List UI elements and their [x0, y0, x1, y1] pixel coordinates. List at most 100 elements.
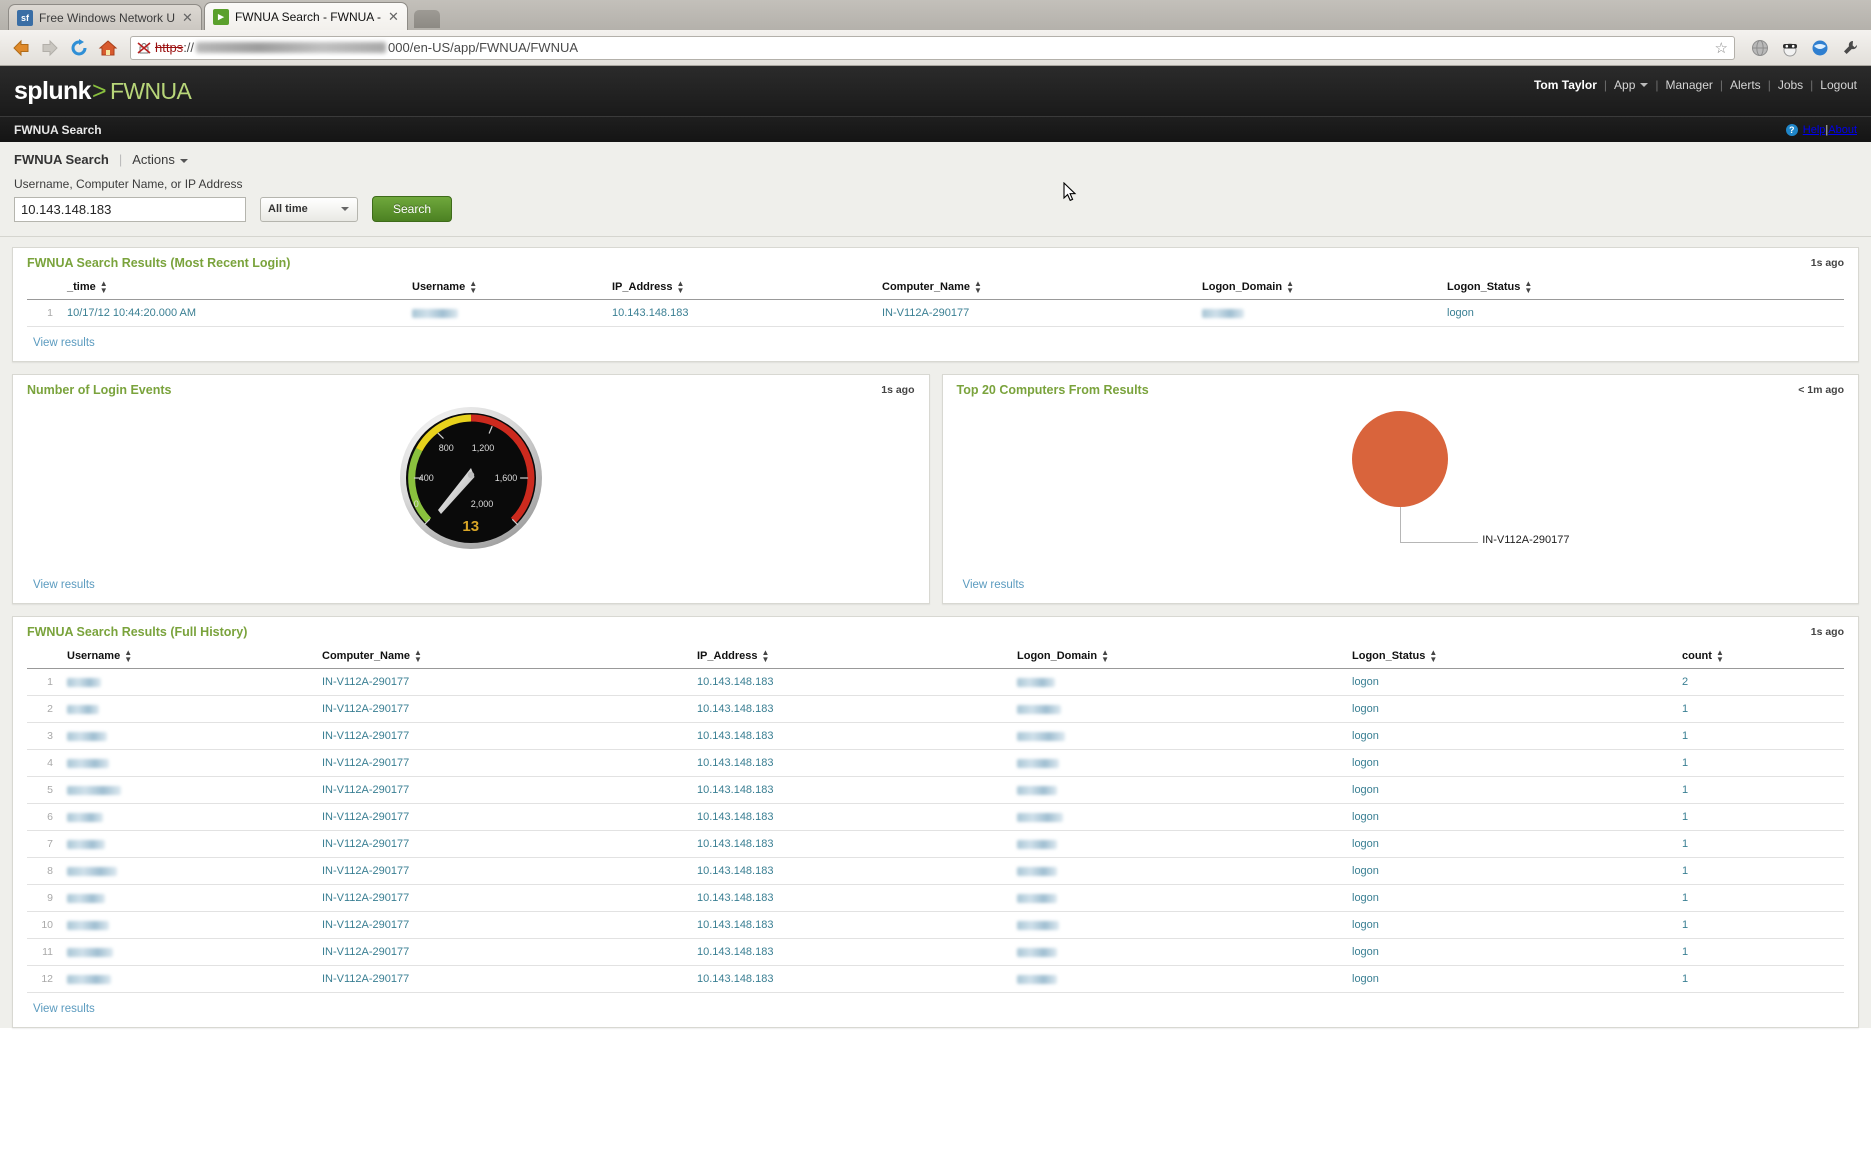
sort-icon[interactable]: ▲▼ [1286, 280, 1294, 294]
url-bar[interactable]: https://000/en-US/app/FWNUA/FWNUA ☆ [130, 36, 1735, 60]
cell-computer[interactable]: IN-V112A-290177 [318, 777, 693, 804]
cell-computer[interactable]: IN-V112A-290177 [318, 858, 693, 885]
view-results-link[interactable]: View results [33, 1003, 95, 1015]
cell-domain[interactable] [1013, 831, 1348, 858]
bookmark-star-icon[interactable]: ☆ [1715, 39, 1728, 57]
cell-status[interactable]: logon [1348, 723, 1678, 750]
nav-logout[interactable]: Logout [1820, 78, 1857, 92]
table-row[interactable]: 1IN-V112A-29017710.143.148.183logon2 [27, 669, 1844, 696]
new-tab-button[interactable] [414, 10, 440, 28]
cell-count[interactable]: 1 [1678, 696, 1844, 723]
cell-computer[interactable]: IN-V112A-290177 [318, 723, 693, 750]
cell-status[interactable]: logon [1348, 966, 1678, 993]
view-results-link[interactable]: View results [33, 337, 95, 349]
cell-ip[interactable]: 10.143.148.183 [693, 669, 1013, 696]
sort-icon[interactable]: ▲▼ [1716, 649, 1724, 663]
cell-ip[interactable]: 10.143.148.183 [693, 912, 1013, 939]
table-row[interactable]: 1 10/17/12 10:44:20.000 AM 10.143.148.18… [27, 300, 1844, 327]
sort-icon[interactable]: ▲▼ [469, 280, 477, 294]
cell-count[interactable]: 1 [1678, 777, 1844, 804]
column-header-ip[interactable]: IP_Address▲▼ [608, 274, 878, 300]
sort-icon[interactable]: ▲▼ [762, 649, 770, 663]
reload-icon[interactable] [66, 35, 92, 61]
cell-domain[interactable] [1013, 885, 1348, 912]
view-results-link[interactable]: View results [33, 579, 95, 591]
cell-username[interactable] [63, 750, 318, 777]
table-row[interactable]: 8IN-V112A-29017710.143.148.183logon1 [27, 858, 1844, 885]
cell-domain[interactable] [1198, 300, 1443, 327]
cell-status[interactable]: logon [1348, 804, 1678, 831]
cell-status[interactable]: logon [1348, 696, 1678, 723]
help-link[interactable]: Help [1803, 124, 1826, 136]
nav-app[interactable]: App [1614, 78, 1635, 92]
table-row[interactable]: 12IN-V112A-29017710.143.148.183logon1 [27, 966, 1844, 993]
sort-icon[interactable]: ▲▼ [100, 280, 108, 294]
cell-count[interactable]: 1 [1678, 939, 1844, 966]
sort-icon[interactable]: ▲▼ [1101, 649, 1109, 663]
cell-status[interactable]: logon [1348, 669, 1678, 696]
sort-icon[interactable]: ▲▼ [677, 280, 685, 294]
cell-username[interactable] [63, 885, 318, 912]
wrench-icon[interactable] [1837, 36, 1863, 60]
cell-computer[interactable]: IN-V112A-290177 [318, 939, 693, 966]
cell-domain[interactable] [1013, 804, 1348, 831]
cell-username[interactable] [63, 723, 318, 750]
cell-domain[interactable] [1013, 723, 1348, 750]
splunk-logo[interactable]: splunk>FWNUA [14, 77, 191, 106]
search-button[interactable]: Search [372, 196, 452, 222]
cell-count[interactable]: 1 [1678, 750, 1844, 777]
cell-username[interactable] [408, 300, 608, 327]
cell-count[interactable]: 1 [1678, 723, 1844, 750]
cell-status[interactable]: logon [1348, 885, 1678, 912]
column-header-status[interactable]: Logon_Status▲▼ [1348, 643, 1678, 669]
browser-tab-active[interactable]: ▸ FWNUA Search - FWNUA - ✕ [204, 2, 408, 30]
search-input[interactable] [14, 197, 246, 222]
cell-status[interactable]: logon [1348, 750, 1678, 777]
cell-computer[interactable]: IN-V112A-290177 [318, 804, 693, 831]
cell-ip[interactable]: 10.143.148.183 [608, 300, 878, 327]
about-link[interactable]: About [1828, 124, 1857, 136]
sort-icon[interactable]: ▲▼ [974, 280, 982, 294]
cell-computer[interactable]: IN-V112A-290177 [318, 669, 693, 696]
column-header-computer[interactable]: Computer_Name▲▼ [318, 643, 693, 669]
cell-status[interactable]: logon [1443, 300, 1844, 327]
view-results-link[interactable]: View results [963, 579, 1025, 591]
cell-status[interactable]: logon [1348, 939, 1678, 966]
close-icon[interactable]: ✕ [388, 10, 399, 23]
cell-count[interactable]: 1 [1678, 966, 1844, 993]
cell-username[interactable] [63, 669, 318, 696]
chevron-down-icon[interactable] [1640, 83, 1648, 87]
cell-status[interactable]: logon [1348, 777, 1678, 804]
cell-username[interactable] [63, 804, 318, 831]
pie-slice-in-v112a-290177[interactable] [1352, 411, 1448, 507]
cell-count[interactable]: 1 [1678, 858, 1844, 885]
column-header-ip[interactable]: IP_Address▲▼ [693, 643, 1013, 669]
table-row[interactable]: 2IN-V112A-29017710.143.148.183logon1 [27, 696, 1844, 723]
table-row[interactable]: 3IN-V112A-29017710.143.148.183logon1 [27, 723, 1844, 750]
cell-domain[interactable] [1013, 858, 1348, 885]
cell-username[interactable] [63, 831, 318, 858]
cell-username[interactable] [63, 777, 318, 804]
back-arrow-icon[interactable] [8, 35, 34, 61]
cell-count[interactable]: 1 [1678, 831, 1844, 858]
cell-ip[interactable]: 10.143.148.183 [693, 831, 1013, 858]
nav-manager[interactable]: Manager [1666, 78, 1713, 92]
table-row[interactable]: 7IN-V112A-29017710.143.148.183logon1 [27, 831, 1844, 858]
cell-username[interactable] [63, 912, 318, 939]
column-header-count[interactable]: count▲▼ [1678, 643, 1844, 669]
column-header-username[interactable]: Username▲▼ [408, 274, 608, 300]
table-row[interactable]: 4IN-V112A-29017710.143.148.183logon1 [27, 750, 1844, 777]
cell-ip[interactable]: 10.143.148.183 [693, 966, 1013, 993]
table-row[interactable]: 10IN-V112A-29017710.143.148.183logon1 [27, 912, 1844, 939]
cell-domain[interactable] [1013, 777, 1348, 804]
cell-computer[interactable]: IN-V112A-290177 [878, 300, 1198, 327]
sort-icon[interactable]: ▲▼ [414, 649, 422, 663]
cell-ip[interactable]: 10.143.148.183 [693, 723, 1013, 750]
cell-computer[interactable]: IN-V112A-290177 [318, 750, 693, 777]
adblock-icon[interactable] [1777, 36, 1803, 60]
column-header-computer[interactable]: Computer_Name▲▼ [878, 274, 1198, 300]
cell-status[interactable]: logon [1348, 831, 1678, 858]
column-header-status[interactable]: Logon_Status▲▼ [1443, 274, 1844, 300]
globe-icon[interactable] [1747, 36, 1773, 60]
cell-ip[interactable]: 10.143.148.183 [693, 750, 1013, 777]
